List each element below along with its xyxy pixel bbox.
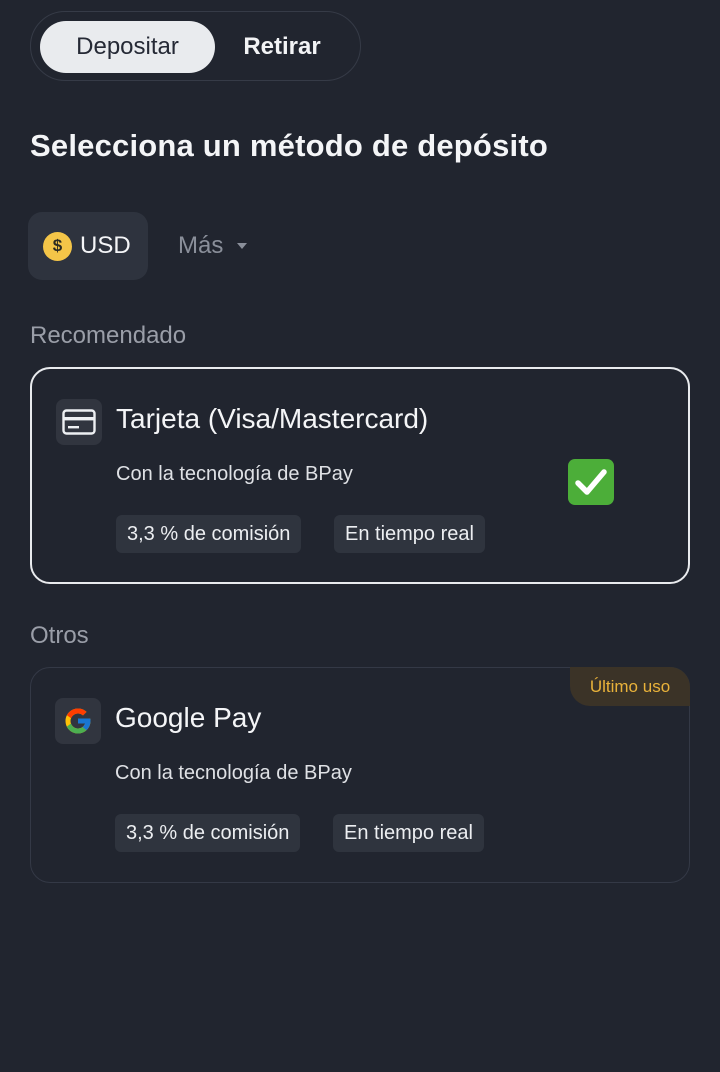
fee-chip: 3,3 % de comisión (116, 515, 302, 553)
currency-label: USD (80, 232, 131, 259)
tab-withdraw[interactable]: Retirar (226, 21, 338, 73)
speed-chip: En tiempo real (333, 814, 484, 852)
more-label: Más (178, 232, 224, 259)
section-label-recommended: Recomendado (30, 322, 187, 349)
deposit-withdraw-toggle: Depositar Retirar (30, 11, 361, 81)
method-name: Google Pay (115, 702, 262, 733)
method-provider: Con la tecnología de BPay (116, 463, 353, 485)
google-icon (55, 698, 101, 744)
method-name: Tarjeta (Visa/Mastercard) (116, 403, 429, 434)
last-used-badge: Último uso (570, 667, 690, 706)
section-label-others: Otros (30, 622, 89, 649)
method-card-google-pay[interactable]: Último uso Google Pay Con la tecnología … (30, 667, 690, 883)
method-provider: Con la tecnología de BPay (115, 762, 352, 784)
speed-chip: En tiempo real (334, 515, 485, 553)
caret-down-icon (237, 243, 248, 249)
credit-card-icon (56, 399, 102, 445)
currency-selector-usd[interactable]: $ USD (28, 212, 148, 280)
method-card-card[interactable]: Tarjeta (Visa/Mastercard) Con la tecnolo… (30, 367, 690, 584)
check-mark-icon (568, 459, 614, 505)
tab-deposit[interactable]: Depositar (40, 21, 215, 73)
more-currencies-dropdown[interactable]: Más (178, 228, 248, 264)
page-title: Selecciona un método de depósito (30, 128, 548, 163)
fee-chip: 3,3 % de comisión (115, 814, 301, 852)
dollar-coin-icon: $ (43, 231, 72, 261)
